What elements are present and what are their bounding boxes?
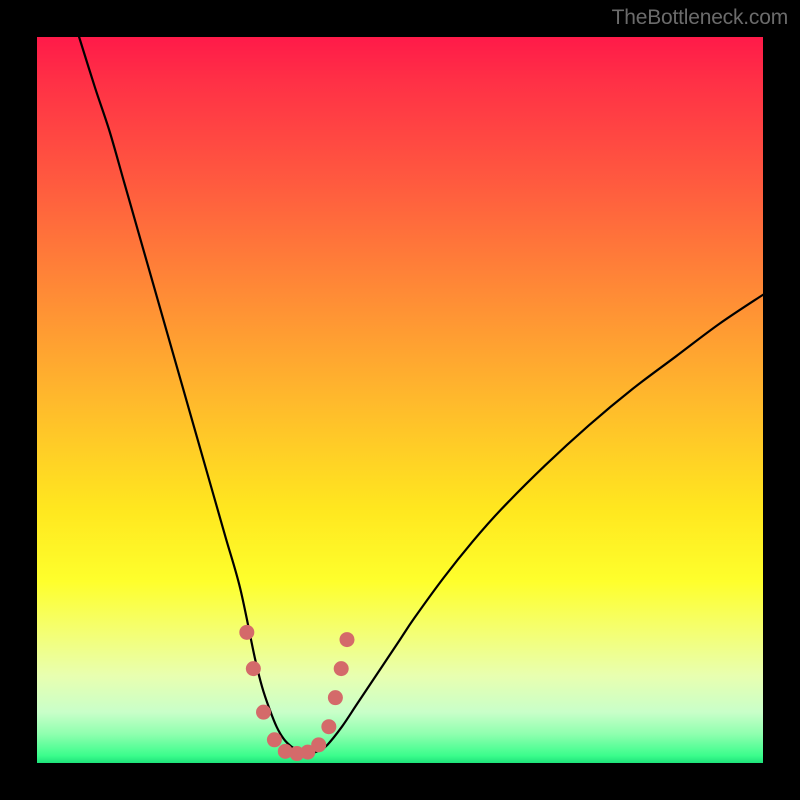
highlight-dot <box>267 732 282 747</box>
watermark-text: TheBottleneck.com <box>612 6 788 30</box>
highlight-dot <box>239 625 254 640</box>
highlight-dot <box>334 661 349 676</box>
highlight-dot <box>340 632 355 647</box>
highlight-dot <box>328 690 343 705</box>
highlight-dots <box>239 625 354 761</box>
highlight-dot <box>256 705 271 720</box>
highlight-dot <box>246 661 261 676</box>
plot-area <box>37 37 763 763</box>
chart-frame: TheBottleneck.com <box>0 0 800 800</box>
highlight-dot <box>321 719 336 734</box>
bottleneck-curve <box>79 37 763 753</box>
chart-svg <box>37 37 763 763</box>
highlight-dot <box>311 737 326 752</box>
